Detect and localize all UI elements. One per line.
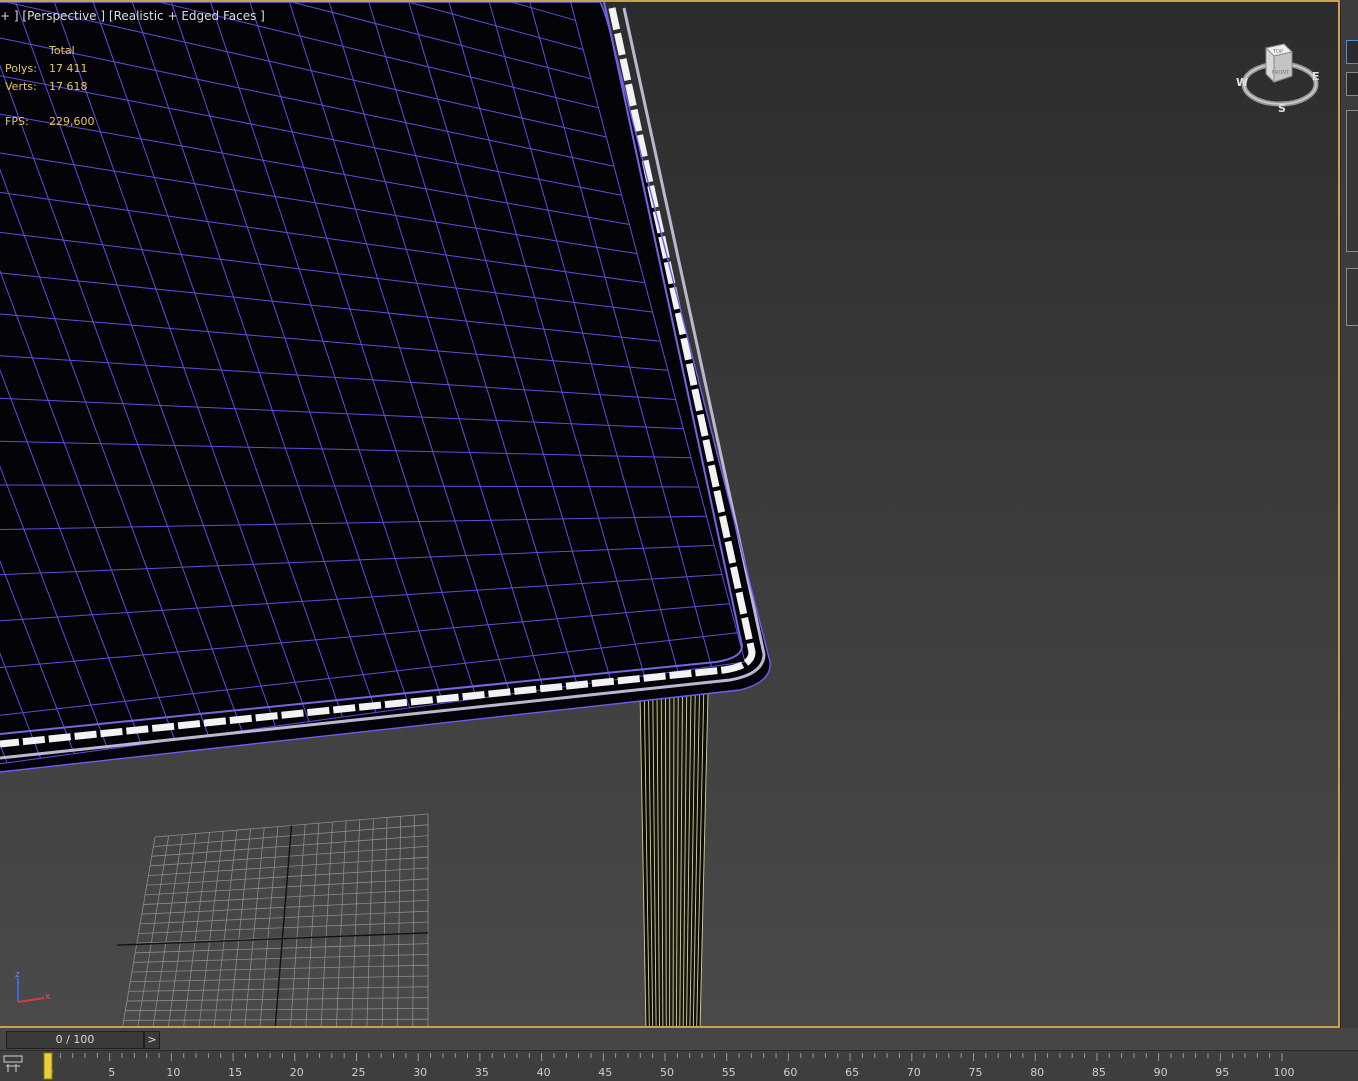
axis-x-label: x	[45, 992, 51, 1002]
trackbar[interactable]: 0510152025303540455055606570758085909510…	[0, 1050, 1358, 1081]
trackbar-tick-label: 45	[598, 1066, 612, 1079]
home-grid	[117, 814, 428, 1028]
grid-axis-line	[275, 826, 292, 1029]
command-panel-tab[interactable]	[1346, 40, 1358, 64]
viewport-statistics: Total Polys:17 411 Verts:17 618 FPS:229,…	[5, 42, 95, 131]
scene-canvas[interactable]	[0, 2, 1340, 1028]
trackbar-tick-label: 40	[537, 1066, 551, 1079]
trackbar-tick-label: 20	[290, 1066, 304, 1079]
trackbar-tick-label: 10	[166, 1066, 180, 1079]
command-panel-edge[interactable]	[1340, 0, 1358, 1028]
viewcube-top-face[interactable]: TOP	[1272, 49, 1283, 55]
trackbar-tick-label: 70	[907, 1066, 921, 1079]
grid-line	[199, 831, 224, 1028]
fps-value: 229,600	[49, 113, 95, 131]
trackbar-tick-label: 15	[228, 1066, 242, 1079]
command-panel-rollout[interactable]	[1346, 110, 1358, 252]
trackbar-config-icon[interactable]	[2, 1053, 24, 1075]
grid-line	[367, 819, 374, 1028]
trackbar-tick-label: 5	[108, 1066, 115, 1079]
viewcube-east[interactable]: E	[1312, 70, 1320, 83]
grid-line	[336, 821, 346, 1028]
trackbar-tick-label: 60	[783, 1066, 797, 1079]
trackbar-tick-label: 85	[1092, 1066, 1106, 1079]
trackbar-tick-label: 25	[352, 1066, 366, 1079]
viewcube-south[interactable]: S	[1278, 102, 1286, 115]
grid-line	[260, 827, 278, 1028]
verts-value: 17 618	[49, 78, 88, 96]
trackbar-tick-label: 35	[475, 1066, 489, 1079]
viewport-shading-menu[interactable]: Realistic + Edged Faces	[114, 9, 257, 23]
viewcube-west[interactable]: W	[1236, 76, 1248, 89]
verts-label: Verts:	[5, 78, 49, 96]
time-slider-bar: 0 / 100 >	[0, 1028, 1358, 1050]
trackbar-ruler[interactable]: 0510152025303540455055606570758085909510…	[0, 1051, 1358, 1081]
viewport-label[interactable]: + ] [Perspective ] [Realistic + Edged Fa…	[0, 9, 265, 23]
grid-line	[382, 817, 387, 1028]
fps-label: FPS:	[5, 113, 49, 131]
grid-line	[352, 820, 360, 1028]
grid-line	[321, 822, 333, 1028]
grid-line	[306, 823, 319, 1028]
perspective-viewport[interactable]: + ] [Perspective ] [Realistic + Edged Fa…	[0, 0, 1340, 1028]
time-slider[interactable]: 0 / 100	[6, 1031, 144, 1049]
viewport-view-menu[interactable]: Perspective	[27, 9, 97, 23]
stats-header: Total	[49, 42, 75, 60]
trackbar-tick-label: 65	[845, 1066, 859, 1079]
trackbar-tick-label: 80	[1030, 1066, 1044, 1079]
time-slider-next-button[interactable]: >	[144, 1031, 160, 1049]
trackbar-tick-label: 55	[722, 1066, 736, 1079]
grid-line	[183, 832, 209, 1028]
trackbar-tick-label: 90	[1154, 1066, 1168, 1079]
trackbar-tick-label: 75	[969, 1066, 983, 1079]
trackbar-tick-label: 95	[1215, 1066, 1229, 1079]
trackbar-current-frame-marker[interactable]	[44, 1053, 52, 1079]
axis-tripod-icon: z x	[10, 968, 56, 1008]
polys-label: Polys:	[5, 60, 49, 78]
viewport-menu-plus[interactable]: +	[0, 9, 10, 23]
trackbar-tick-label: 30	[413, 1066, 427, 1079]
grid-axis-line	[117, 933, 428, 945]
grid-line	[290, 824, 305, 1028]
polys-value: 17 411	[49, 60, 88, 78]
grid-line	[214, 830, 237, 1028]
command-panel-rollout-2[interactable]	[1346, 268, 1358, 326]
viewcube-icon[interactable]: TOP FRONT W E S	[1232, 38, 1324, 120]
table-top-mesh[interactable]	[0, 2, 770, 772]
viewcube-front-face[interactable]: FRONT	[1272, 70, 1290, 76]
trackbar-tick-label: 50	[660, 1066, 674, 1079]
trackbar-tick-label: 100	[1274, 1066, 1295, 1079]
command-panel-field[interactable]	[1346, 72, 1358, 96]
table-leg[interactable]	[640, 692, 708, 1028]
axis-z-label: z	[15, 970, 20, 980]
